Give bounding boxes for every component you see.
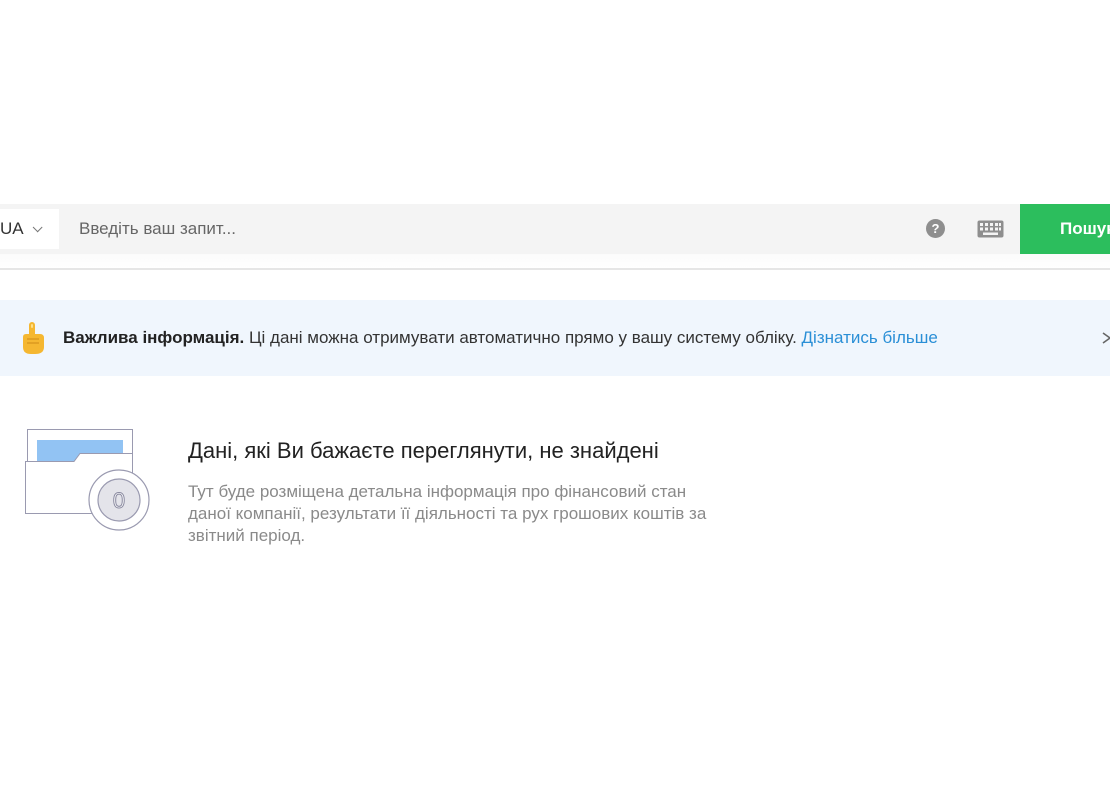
country-select[interactable]: UA [0, 209, 59, 249]
pointing-up-hand-icon [23, 322, 44, 354]
search-bar: UA ? Пошук [0, 204, 1110, 254]
empty-state-title: Дані, які Ви бажаєте переглянути, не зна… [188, 438, 659, 463]
empty-folder-icon: 0 [25, 429, 150, 531]
chevron-down-icon [32, 221, 43, 232]
info-banner: Важлива інформація. Ці дані можна отриму… [0, 300, 1110, 376]
learn-more-link[interactable]: Дізнатись більше [802, 328, 938, 347]
divider [0, 268, 1110, 270]
banner-bold-text: Важлива інформація. [63, 328, 245, 347]
help-icon[interactable]: ? [926, 219, 945, 238]
keyboard-icon[interactable] [977, 220, 1004, 238]
search-input[interactable] [79, 204, 899, 254]
banner-message: Ці дані можна отримувати автоматично пря… [244, 328, 802, 347]
chevron-right-icon[interactable] [1100, 331, 1110, 345]
country-code: UA [0, 219, 24, 238]
empty-state-description: Тут буде розміщена детальна інформація п… [188, 482, 707, 545]
search-shadow [0, 254, 1110, 268]
search-button[interactable]: Пошук [1020, 204, 1110, 254]
banner-text: Важлива інформація. Ці дані можна отриму… [63, 328, 938, 348]
illustration-digit: 0 [113, 488, 125, 513]
